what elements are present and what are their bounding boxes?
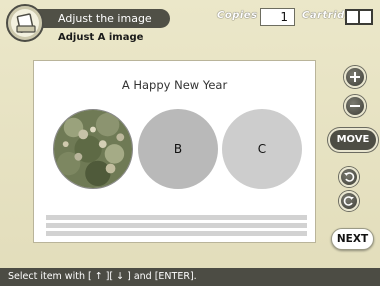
zoom-in-button[interactable] — [344, 66, 366, 88]
placeholder-line — [46, 231, 307, 236]
rotate-left-icon — [344, 172, 355, 182]
app-print-icon — [6, 4, 44, 42]
slot-b-label: B — [173, 142, 183, 156]
zoom-out-button[interactable] — [344, 95, 366, 117]
next-button[interactable]: NEXT — [331, 228, 374, 250]
screen: Adjust the image Adjust A image Copies 1… — [0, 0, 380, 286]
rotate-right-button[interactable] — [339, 191, 359, 211]
rotate-left-button[interactable] — [339, 167, 359, 187]
image-slot-c[interactable]: C — [222, 109, 302, 189]
placeholder-line — [46, 215, 307, 220]
text-placeholder-lines — [46, 215, 307, 239]
copies-label: Copies — [217, 10, 258, 21]
status-bar: Select item with [ ↑ ][ ↓ ] and [ENTER]. — [0, 268, 380, 286]
image-slot-b[interactable]: B — [138, 109, 218, 189]
copies-field[interactable]: 1 — [260, 8, 295, 26]
slot-c-label: C — [257, 142, 267, 156]
cartridge-icon — [345, 9, 373, 25]
image-slot-a[interactable] — [53, 109, 133, 189]
rotate-right-icon — [343, 196, 354, 206]
minus-icon — [350, 105, 360, 107]
page-subtitle: Adjust A image — [58, 32, 144, 43]
move-button[interactable]: MOVE — [330, 130, 376, 150]
card-title: A Happy New Year — [121, 78, 228, 92]
flower-photo — [54, 110, 132, 188]
preview-card: A Happy New Year B C — [33, 60, 316, 243]
plus-icon — [350, 72, 360, 82]
placeholder-line — [46, 223, 307, 228]
